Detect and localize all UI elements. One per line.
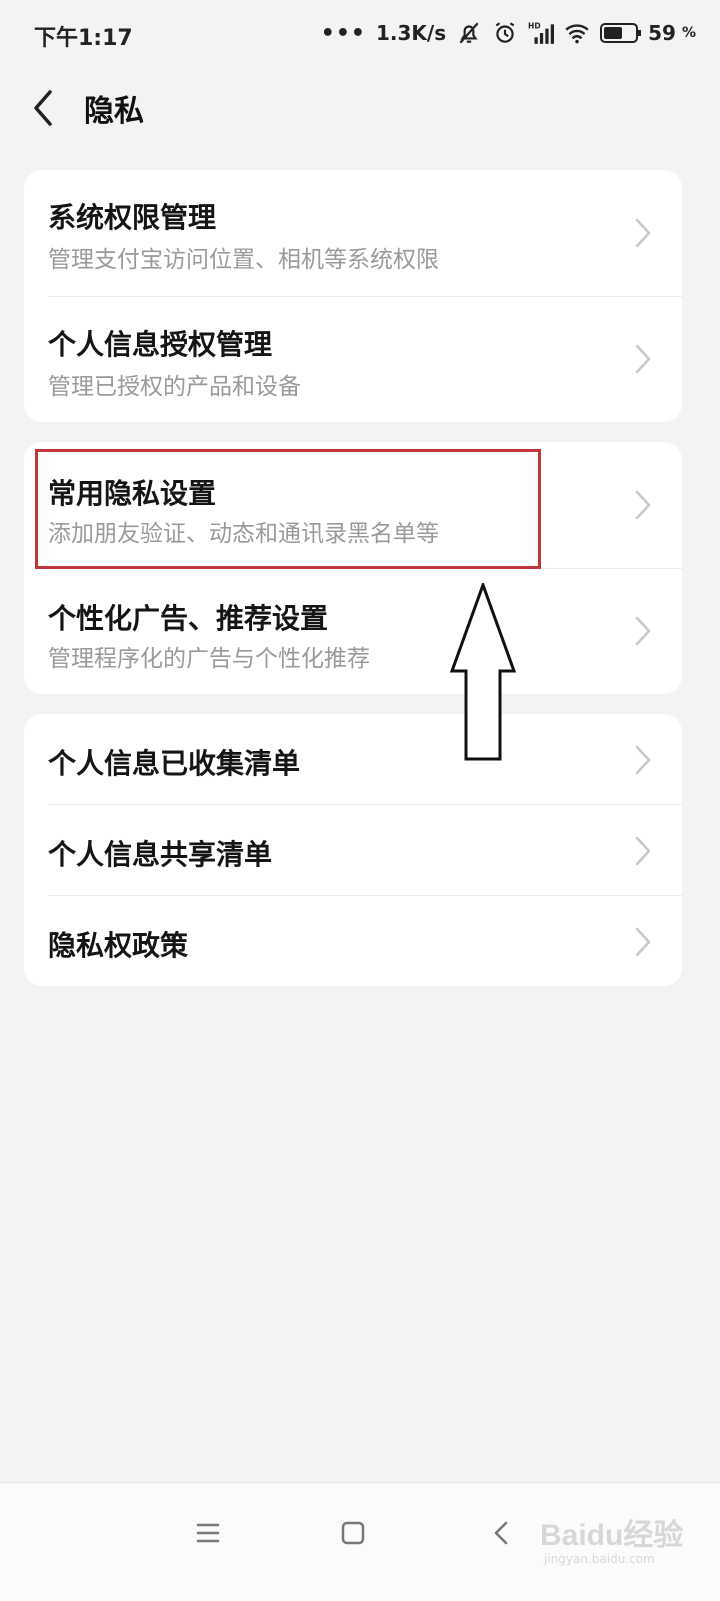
item-subtitle: 管理程序化的广告与个性化推荐 bbox=[48, 646, 370, 672]
chevron-right-icon bbox=[635, 745, 651, 775]
chevron-right-icon bbox=[635, 344, 651, 374]
battery-group: 59% bbox=[600, 21, 696, 45]
list-item-privacy-policy[interactable]: 隐私权政策 bbox=[24, 896, 682, 986]
list-item-shared-info-list[interactable]: 个人信息共享清单 bbox=[24, 805, 682, 895]
list-item-system-permissions[interactable]: 系统权限管理 管理支付宝访问位置、相机等系统权限 bbox=[24, 170, 682, 296]
status-bar: 下午1:17 ••• 1.3K/s HD 59% bbox=[0, 0, 720, 70]
header: 隐私 bbox=[0, 80, 720, 140]
item-subtitle: 管理已授权的产品和设备 bbox=[48, 374, 301, 400]
status-icons: ••• 1.3K/s HD 59% bbox=[321, 18, 696, 48]
wifi-icon bbox=[565, 24, 589, 44]
alarm-icon bbox=[495, 22, 515, 43]
more-dots-icon: ••• bbox=[320, 20, 366, 46]
item-title: 个人信息已收集清单 bbox=[48, 747, 301, 780]
item-title: 个人信息授权管理 bbox=[48, 328, 273, 361]
list-item-ads-recommendation-settings[interactable]: 个性化广告、推荐设置 管理程序化的广告与个性化推荐 bbox=[24, 569, 682, 694]
back-chevron-icon[interactable] bbox=[482, 1513, 522, 1553]
list-item-collected-info-list[interactable]: 个人信息已收集清单 bbox=[24, 714, 682, 804]
item-title: 隐私权政策 bbox=[48, 929, 189, 962]
list-item-common-privacy-settings[interactable]: 常用隐私设置 添加朋友验证、动态和通讯录黑名单等 bbox=[24, 442, 682, 568]
hd-signal-icon: HD bbox=[528, 22, 555, 44]
mute-bell-icon bbox=[459, 22, 479, 44]
chevron-left-icon[interactable] bbox=[26, 86, 66, 130]
item-title: 个性化广告、推荐设置 bbox=[48, 602, 329, 635]
item-title: 个人信息共享清单 bbox=[48, 838, 273, 871]
settings-card-info-lists: 个人信息已收集清单 个人信息共享清单 隐私权政策 bbox=[24, 714, 682, 986]
item-subtitle: 管理支付宝访问位置、相机等系统权限 bbox=[48, 247, 439, 273]
net-speed: 1.3K/s bbox=[375, 21, 447, 45]
settings-card-permissions: 系统权限管理 管理支付宝访问位置、相机等系统权限 个人信息授权管理 管理已授权的… bbox=[24, 170, 682, 422]
chevron-right-icon bbox=[635, 490, 651, 520]
item-title: 常用隐私设置 bbox=[48, 477, 217, 510]
status-time: 下午1:17 bbox=[34, 26, 133, 51]
battery-percent: 59 bbox=[648, 21, 676, 45]
settings-card-privacy: 常用隐私设置 添加朋友验证、动态和通讯录黑名单等 个性化广告、推荐设置 管理程序… bbox=[24, 442, 682, 694]
battery-unit: % bbox=[681, 25, 696, 41]
item-title: 系统权限管理 bbox=[48, 201, 217, 234]
home-square-icon[interactable] bbox=[333, 1513, 373, 1553]
battery-icon bbox=[600, 23, 642, 43]
list-item-personal-info-authorization[interactable]: 个人信息授权管理 管理已授权的产品和设备 bbox=[24, 297, 682, 422]
chevron-right-icon bbox=[635, 836, 651, 866]
system-nav-bar bbox=[0, 1482, 720, 1601]
svg-text:HD: HD bbox=[528, 22, 541, 31]
menu-icon[interactable] bbox=[188, 1513, 228, 1553]
chevron-right-icon bbox=[635, 927, 651, 957]
chevron-right-icon bbox=[635, 218, 651, 248]
chevron-right-icon bbox=[635, 616, 651, 646]
item-subtitle: 添加朋友验证、动态和通讯录黑名单等 bbox=[48, 521, 439, 547]
page-title: 隐私 bbox=[84, 94, 144, 129]
